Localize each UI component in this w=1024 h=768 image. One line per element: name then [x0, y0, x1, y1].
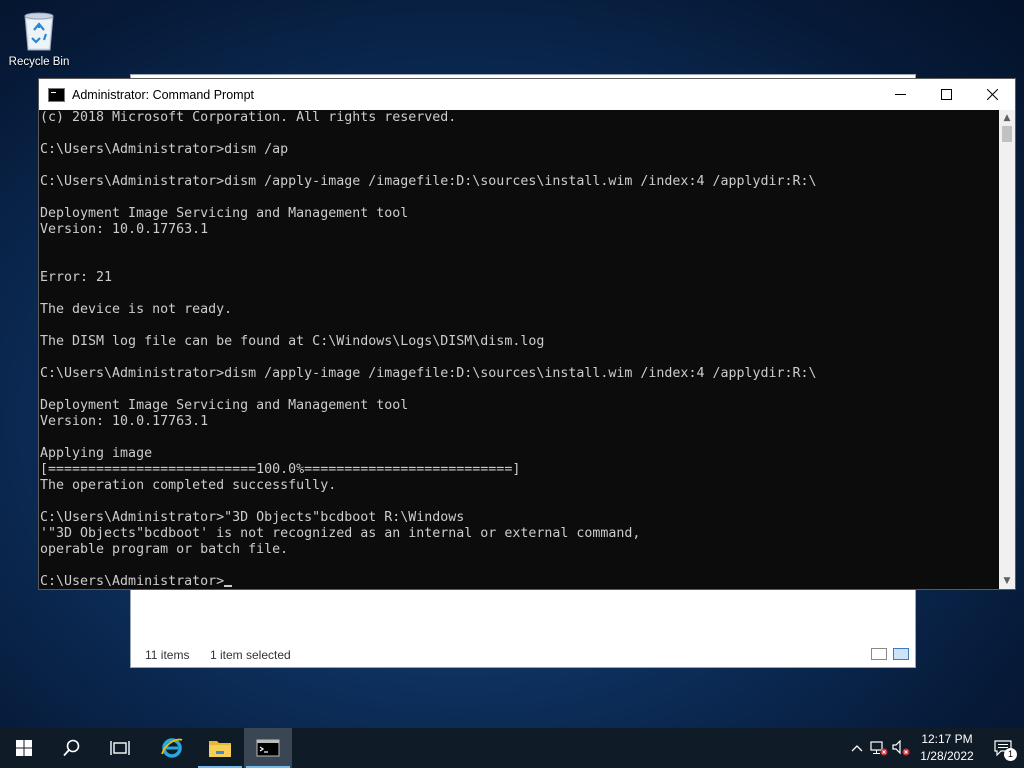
status-item-count: 11 items — [145, 648, 190, 662]
large-icons-view-icon[interactable] — [893, 648, 909, 660]
clock[interactable]: 12:17 PM 1/28/2022 — [912, 731, 982, 765]
console-line: Version: 10.0.17763.1 — [40, 222, 209, 237]
console-line: (c) 2018 Microsoft Corporation. All righ… — [40, 110, 457, 125]
details-view-icon[interactable] — [871, 648, 887, 660]
console-output[interactable]: (c) 2018 Microsoft Corporation. All righ… — [39, 110, 999, 589]
console-prompt-line[interactable]: C:\Users\Administrator> — [40, 574, 999, 589]
task-view-icon — [110, 741, 130, 755]
maximize-icon — [940, 89, 952, 100]
close-icon — [986, 89, 998, 100]
network-button[interactable] — [868, 728, 890, 768]
console-line: C:\Users\Administrator>dism /apply-image… — [40, 366, 817, 381]
command-prompt-window[interactable]: Administrator: Command Prompt (c) 2018 M… — [38, 78, 1016, 590]
scroll-down-icon[interactable]: ▼ — [999, 573, 1015, 589]
windows-start-icon — [16, 740, 32, 756]
scroll-thumb[interactable] — [1002, 126, 1012, 142]
vertical-scrollbar[interactable]: ▲ ▼ — [999, 110, 1015, 589]
console-line: Error: 21 — [40, 270, 113, 285]
console-line: Deployment Image Servicing and Managemen… — [40, 398, 409, 413]
clock-time: 12:17 PM — [921, 732, 973, 746]
notification-count: 1 — [1004, 748, 1017, 761]
minimize-icon — [894, 94, 906, 95]
start-button[interactable] — [0, 728, 48, 768]
search-button[interactable] — [48, 728, 96, 768]
maximize-button[interactable] — [923, 79, 969, 110]
status-selection: 1 item selected — [210, 648, 291, 662]
recycle-bin-icon — [19, 8, 59, 52]
console-line: Applying image — [40, 446, 153, 461]
window-title: Administrator: Command Prompt — [72, 87, 255, 102]
console-prompt: C:\Users\Administrator> — [40, 574, 225, 589]
clock-date: 1/28/2022 — [920, 749, 974, 763]
console-line: '"3D Objects"bcdboot' is not recognized … — [40, 526, 641, 541]
cmd-icon[interactable] — [48, 87, 65, 102]
console-line: The device is not ready. — [40, 302, 233, 317]
file-explorer-icon — [209, 741, 231, 757]
console-line: C:\Users\Administrator>dism /ap — [40, 142, 289, 157]
system-tray: 12:17 PM 1/28/2022 1 — [846, 728, 1024, 768]
console-line: The operation completed successfully. — [40, 478, 337, 493]
cmd-icon — [256, 739, 280, 757]
scroll-up-icon[interactable]: ▲ — [999, 110, 1015, 126]
internet-explorer-icon — [161, 738, 183, 758]
chevron-up-icon — [851, 745, 863, 752]
minimize-button[interactable] — [877, 79, 923, 110]
text-cursor — [224, 585, 233, 587]
search-icon — [63, 739, 80, 757]
console-line: C:\Users\Administrator>dism /apply-image… — [40, 174, 817, 189]
internet-explorer-button[interactable] — [148, 728, 196, 768]
taskbar: 12:17 PM 1/28/2022 1 — [0, 728, 1024, 768]
cmd-title-bar[interactable]: Administrator: Command Prompt — [39, 79, 1015, 110]
recycle-bin-label: Recycle Bin — [8, 56, 70, 68]
console-line: Deployment Image Servicing and Managemen… — [40, 206, 409, 221]
volume-icon — [892, 740, 910, 756]
explorer-status-bar: 11 items 1 item selected — [131, 643, 915, 667]
show-hidden-icons-button[interactable] — [846, 728, 868, 768]
console-line: C:\Users\Administrator>"3D Objects"bcdbo… — [40, 510, 465, 525]
console-line: operable program or batch file. — [40, 542, 289, 557]
file-explorer-button[interactable] — [196, 728, 244, 768]
console-line: The DISM log file can be found at C:\Win… — [40, 334, 545, 349]
recycle-bin[interactable]: Recycle Bin — [6, 8, 72, 68]
console-line: [==========================100.0%=======… — [40, 462, 521, 477]
network-icon — [870, 741, 888, 756]
close-button[interactable] — [969, 79, 1015, 110]
action-center-button[interactable]: 1 — [982, 728, 1024, 768]
command-prompt-taskbar-button[interactable] — [244, 728, 292, 768]
task-view-button[interactable] — [96, 728, 144, 768]
volume-button[interactable] — [890, 728, 912, 768]
console-line: Version: 10.0.17763.1 — [40, 414, 209, 429]
